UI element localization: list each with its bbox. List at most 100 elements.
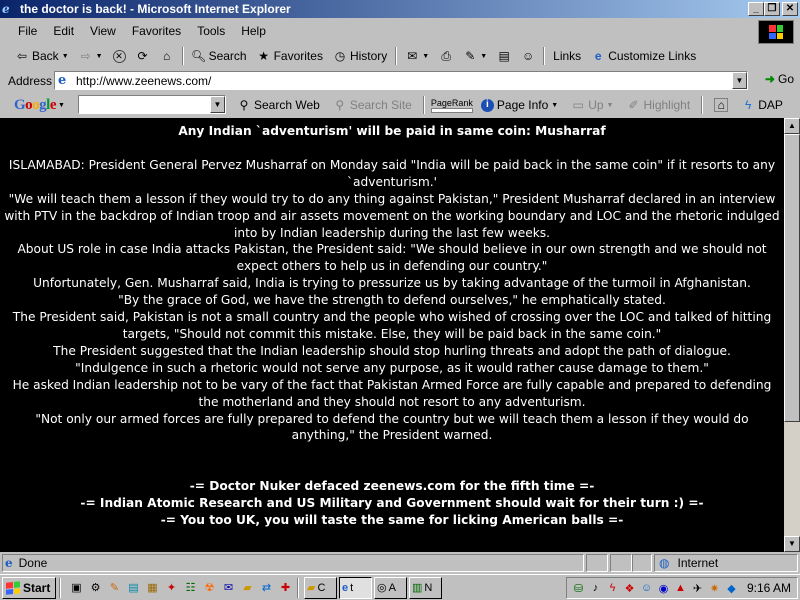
article-headline: Any Indian `adventurism' will be paid in…: [178, 124, 606, 138]
stop-button[interactable]: ✕: [108, 45, 131, 67]
menu-help[interactable]: Help: [233, 22, 274, 40]
go-button[interactable]: ➜ Go: [765, 72, 794, 86]
app-icon[interactable]: ▦: [144, 579, 161, 596]
volume-icon[interactable]: ♪: [588, 580, 603, 596]
minimize-button[interactable]: _: [748, 2, 764, 16]
address-bar: Address e http://www.zeenews.com/ ▼ ➜ Go: [0, 70, 800, 92]
dap-label: DAP: [758, 98, 783, 112]
task-label: t: [350, 581, 354, 594]
close-button[interactable]: ✕: [782, 2, 798, 16]
network-icon[interactable]: ⛁: [571, 580, 586, 596]
address-input[interactable]: e http://www.zeenews.com/ ▼: [54, 71, 748, 90]
pagerank-label: PageRank: [430, 97, 473, 108]
maximize-button[interactable]: ❐: [764, 2, 780, 16]
history-label: History: [349, 49, 388, 63]
title-bar[interactable]: e the doctor is back! - Microsoft Intern…: [0, 0, 800, 18]
lightning-icon[interactable]: ϟ: [605, 580, 620, 596]
article-paragraph: "We will teach them a lesson if they wou…: [4, 191, 780, 240]
chevron-down-icon[interactable]: ▼: [58, 102, 65, 109]
mail-button[interactable]: ✉ ▼: [400, 45, 434, 67]
app-icon[interactable]: ✷: [707, 580, 722, 596]
folder-icon[interactable]: ▰: [239, 579, 256, 596]
chevron-down-icon: ▼: [551, 101, 559, 109]
edit-icon: ✎: [465, 49, 476, 63]
back-arrow-icon: ⇦: [16, 49, 28, 63]
gear-icon[interactable]: ⚙: [87, 579, 104, 596]
up-button[interactable]: ▭ Up ▼: [566, 94, 618, 116]
menu-favorites[interactable]: Favorites: [124, 22, 189, 40]
address-dropdown-button[interactable]: ▼: [732, 72, 747, 89]
scroll-thumb[interactable]: [784, 134, 800, 422]
messenger-button[interactable]: ☺: [516, 45, 540, 67]
task-label: A: [388, 581, 396, 594]
task-button[interactable]: ▥ N: [409, 576, 442, 599]
app-icon[interactable]: ⇄: [258, 579, 275, 596]
task-button[interactable]: ◎ A: [374, 576, 407, 599]
home-button[interactable]: ⌂: [155, 45, 179, 67]
toolbar-separator: [395, 47, 398, 65]
favorites-button[interactable]: ★ Favorites: [252, 45, 328, 67]
google-toolbar: Google ▼ ▼ ⚲ Search Web ⚲ Search Site Pa…: [0, 94, 800, 116]
task-button[interactable]: ▰ C: [304, 576, 337, 599]
task-label: N: [424, 581, 433, 594]
google-search-input[interactable]: ▼: [78, 95, 226, 114]
app-icon[interactable]: ✦: [163, 579, 180, 596]
scroll-up-button[interactable]: ▲: [784, 118, 800, 134]
app-icon[interactable]: ☢: [201, 579, 218, 596]
page-info-button[interactable]: i Page Info ▼: [476, 94, 563, 116]
app-icon[interactable]: ▤: [125, 579, 142, 596]
highlight-button[interactable]: ✐ Highlight: [621, 94, 695, 116]
clock[interactable]: 9:16 AM: [747, 581, 797, 595]
refresh-button[interactable]: ⟳: [131, 45, 155, 67]
app-icon[interactable]: ☷: [182, 579, 199, 596]
pagerank-meter[interactable]: PageRank: [430, 97, 473, 113]
discuss-button[interactable]: ▤: [492, 45, 516, 67]
app-icon[interactable]: ✎: [106, 579, 123, 596]
vertical-scrollbar[interactable]: ▲ ▼: [784, 118, 800, 552]
toolbar-separator: [701, 96, 704, 114]
deface-line: -= Indian Atomic Research and US Militar…: [80, 496, 704, 511]
scroll-down-button[interactable]: ▼: [784, 536, 800, 552]
history-button[interactable]: ◷ History: [328, 45, 392, 67]
menu-tools[interactable]: Tools: [189, 22, 233, 40]
home-icon: ⌂: [714, 98, 729, 112]
search-button[interactable]: 🔍︎ Search: [187, 45, 252, 67]
home-button[interactable]: ⌂: [709, 94, 733, 116]
task-button-active[interactable]: e t: [339, 576, 372, 599]
forward-arrow-icon: ⇨: [80, 49, 91, 63]
menu-edit[interactable]: Edit: [45, 22, 82, 40]
app-icon[interactable]: ✉: [220, 579, 237, 596]
go-label: Go: [777, 72, 794, 86]
history-icon: ◷: [334, 49, 346, 63]
back-button[interactable]: ⇦ Back ▼: [10, 45, 74, 67]
google-search-dropdown[interactable]: ▼: [210, 96, 225, 113]
print-button[interactable]: ⎙: [434, 45, 458, 67]
menu-bar: File Edit View Favorites Tools Help: [0, 20, 760, 42]
forward-button[interactable]: ⇨ ▼: [74, 45, 108, 67]
app-icon[interactable]: ❖: [622, 580, 637, 596]
search-web-button[interactable]: ⚲ Search Web: [232, 94, 325, 116]
google-logo[interactable]: Google: [14, 97, 57, 114]
customize-links-button[interactable]: e Customize Links: [586, 45, 701, 67]
article-paragraph: "Not only our armed forces are fully pre…: [35, 411, 749, 443]
edit-button[interactable]: ✎ ▼: [458, 45, 492, 67]
app-icon[interactable]: ◉: [656, 580, 671, 596]
article-paragraph: ISLAMABAD: President General Pervez Mush…: [8, 157, 776, 189]
dap-button[interactable]: ϟ DAP: [736, 94, 788, 116]
menu-file[interactable]: File: [10, 22, 45, 40]
security-zone-panel: ◍ Internet: [654, 554, 798, 572]
ie-page-icon: e: [58, 72, 67, 88]
links-label[interactable]: Links: [548, 45, 586, 67]
app-icon[interactable]: ◆: [724, 580, 739, 596]
messenger-icon[interactable]: ☺: [639, 580, 654, 596]
menu-view[interactable]: View: [82, 22, 124, 40]
search-site-button[interactable]: ⚲ Search Site: [328, 94, 417, 116]
app-icon[interactable]: ✈: [690, 580, 705, 596]
app-icon[interactable]: ▲: [673, 580, 688, 596]
show-desktop-icon[interactable]: ▣: [68, 579, 85, 596]
deface-line: -= You too UK, you will taste the same f…: [160, 513, 624, 528]
start-button[interactable]: Start: [2, 576, 56, 599]
article-paragraph: The President suggested that the Indian …: [53, 343, 731, 358]
app-icon[interactable]: ✚: [277, 579, 294, 596]
